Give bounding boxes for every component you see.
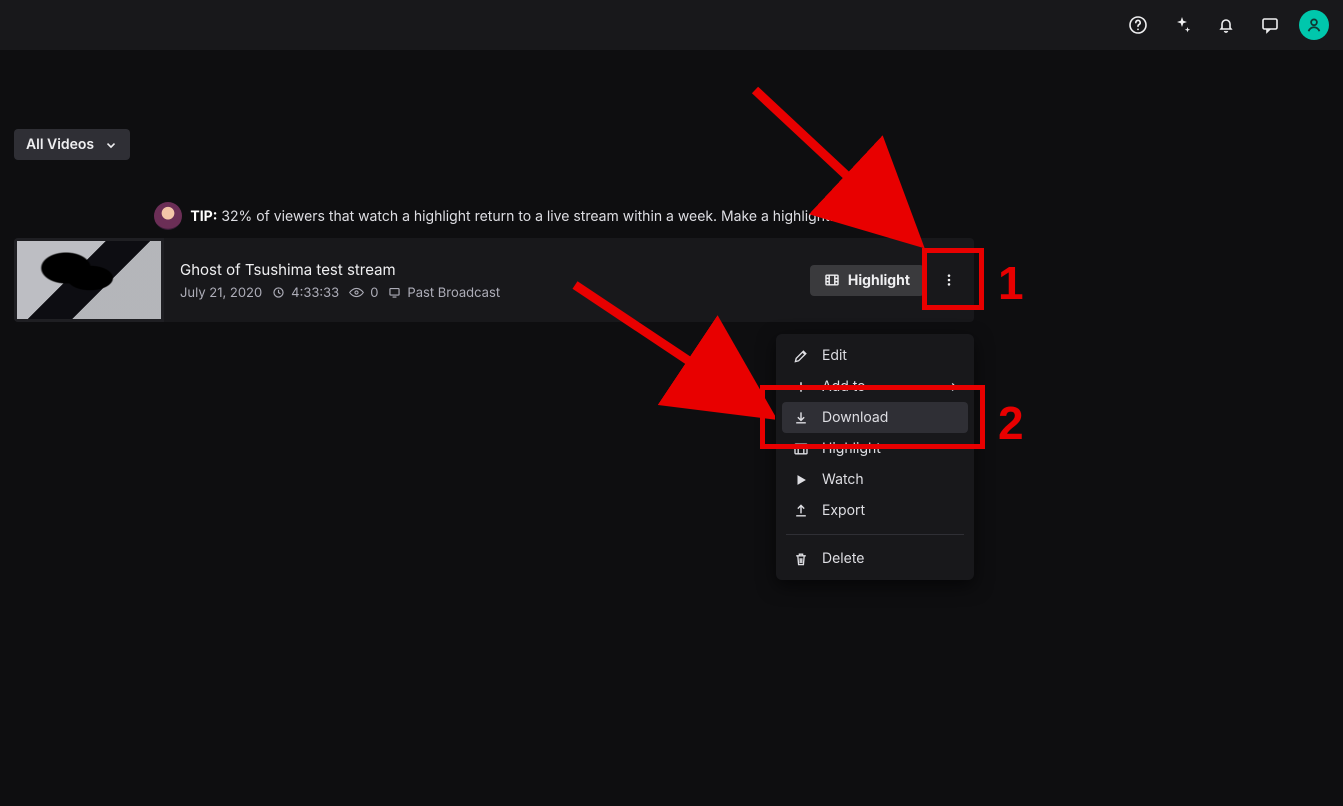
sparkle-icon[interactable] bbox=[1167, 10, 1197, 40]
menu-item-add-to[interactable]: Add to bbox=[782, 371, 968, 402]
context-menu: Edit Add to Download Highlight Watch bbox=[776, 334, 974, 580]
pencil-icon bbox=[792, 348, 810, 364]
annotation-number-2: 2 bbox=[998, 396, 1024, 450]
download-icon bbox=[792, 410, 810, 426]
filmstrip-icon bbox=[824, 272, 840, 288]
menu-item-edit[interactable]: Edit bbox=[782, 340, 968, 371]
avatar[interactable] bbox=[1299, 10, 1329, 40]
export-icon bbox=[792, 503, 810, 519]
menu-item-export[interactable]: Export bbox=[782, 495, 968, 526]
tip-prefix: TIP: bbox=[190, 208, 217, 225]
menu-label: Highlight bbox=[822, 440, 881, 457]
video-views: 0 bbox=[349, 285, 378, 301]
menu-separator bbox=[786, 534, 964, 535]
menu-label: Edit bbox=[822, 347, 847, 364]
menu-label: Delete bbox=[822, 550, 864, 567]
page-body: All Videos TIP: 32% of viewers that watc… bbox=[0, 50, 1343, 336]
clock-icon bbox=[272, 286, 285, 299]
video-thumbnail[interactable] bbox=[14, 238, 164, 322]
menu-item-download[interactable]: Download bbox=[782, 402, 968, 433]
more-options-button[interactable] bbox=[934, 265, 964, 295]
tip-avatar-icon bbox=[154, 202, 182, 230]
video-actions: Highlight bbox=[810, 265, 974, 296]
plus-icon bbox=[792, 379, 810, 395]
filter-dropdown[interactable]: All Videos bbox=[14, 129, 130, 160]
menu-label: Add to bbox=[822, 378, 866, 395]
video-info: Ghost of Tsushima test stream July 21, 2… bbox=[164, 250, 810, 311]
help-icon[interactable] bbox=[1123, 10, 1153, 40]
highlight-label: Highlight bbox=[848, 272, 910, 289]
trash-icon bbox=[792, 551, 810, 567]
menu-item-watch[interactable]: Watch bbox=[782, 464, 968, 495]
menu-item-delete[interactable]: Delete bbox=[782, 543, 968, 574]
filter-label: All Videos bbox=[26, 136, 94, 153]
highlight-button[interactable]: Highlight bbox=[810, 265, 924, 296]
filmstrip-icon bbox=[792, 441, 810, 457]
play-icon bbox=[792, 473, 810, 487]
chat-icon[interactable] bbox=[1255, 10, 1285, 40]
menu-label: Watch bbox=[822, 471, 864, 488]
video-meta: July 21, 2020 4:33:33 0 Past Broadcast bbox=[180, 285, 794, 301]
eye-icon bbox=[349, 286, 364, 299]
tip-text: TIP: 32% of viewers that watch a highlig… bbox=[190, 208, 833, 225]
menu-label: Download bbox=[822, 409, 888, 426]
video-duration: 4:33:33 bbox=[272, 285, 339, 301]
menu-label: Export bbox=[822, 502, 865, 519]
top-bar bbox=[0, 0, 1343, 50]
video-row: Ghost of Tsushima test stream July 21, 2… bbox=[14, 238, 974, 322]
menu-item-highlight[interactable]: Highlight bbox=[782, 433, 968, 464]
tip-body: 32% of viewers that watch a highlight re… bbox=[221, 208, 833, 225]
chevron-right-icon bbox=[948, 381, 960, 393]
video-type: Past Broadcast bbox=[388, 285, 500, 301]
tip-banner: TIP: 32% of viewers that watch a highlig… bbox=[14, 202, 974, 230]
broadcast-icon bbox=[388, 286, 401, 299]
video-title: Ghost of Tsushima test stream bbox=[180, 260, 794, 279]
video-date: July 21, 2020 bbox=[180, 285, 262, 301]
bell-icon[interactable] bbox=[1211, 10, 1241, 40]
chevron-down-icon bbox=[104, 138, 118, 152]
